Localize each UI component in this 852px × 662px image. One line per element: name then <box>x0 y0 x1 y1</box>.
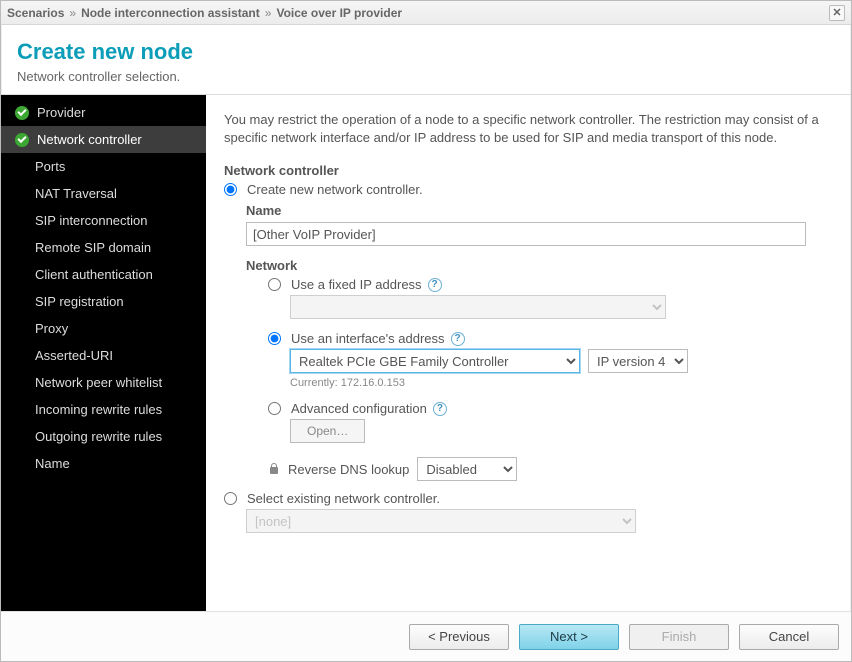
cancel-button[interactable]: Cancel <box>739 624 839 650</box>
sidebar-item-label: Network controller <box>37 132 142 147</box>
create-new-controller-label: Create new network controller. <box>247 182 423 197</box>
existing-controller-select: [none] <box>246 509 636 533</box>
interface-radio[interactable] <box>268 332 281 345</box>
sidebar-item-label: SIP interconnection <box>35 213 148 228</box>
sidebar-item-remote-sip-domain[interactable]: Remote SIP domain <box>1 234 206 261</box>
select-existing-radio-row[interactable]: Select existing network controller. <box>224 491 827 506</box>
current-ip-text: Currently: 172.16.0.153 <box>290 377 827 389</box>
sidebar-item-sip-registration[interactable]: SIP registration <box>1 288 206 315</box>
check-icon <box>15 133 29 147</box>
reverse-dns-row: Reverse DNS lookup Disabled <box>268 457 827 481</box>
close-icon[interactable]: ✕ <box>829 5 845 21</box>
breadcrumb-sep: » <box>69 6 76 20</box>
sidebar-item-label: Incoming rewrite rules <box>35 402 162 417</box>
sidebar-item-proxy[interactable]: Proxy <box>1 315 206 342</box>
sidebar-item-label: Ports <box>35 159 65 174</box>
sidebar-item-network-peer-whitelist[interactable]: Network peer whitelist <box>1 369 206 396</box>
previous-button[interactable]: < Previous <box>409 624 509 650</box>
network-label: Network <box>246 258 827 273</box>
sidebar-item-label: Asserted-URI <box>35 348 113 363</box>
footer: < Previous Next > Finish Cancel <box>1 611 851 661</box>
open-advanced-button: Open… <box>290 419 365 443</box>
sidebar-item-label: Name <box>35 456 70 471</box>
help-icon[interactable]: ? <box>428 278 442 292</box>
network-controller-label: Network controller <box>224 163 827 178</box>
advanced-radio[interactable] <box>268 402 281 415</box>
select-existing-label: Select existing network controller. <box>247 491 440 506</box>
sidebar-item-label: SIP registration <box>35 294 124 309</box>
sidebar-item-client-authentication[interactable]: Client authentication <box>1 261 206 288</box>
create-new-controller-radio[interactable] <box>224 183 237 196</box>
sidebar-item-label: Outgoing rewrite rules <box>35 429 162 444</box>
lock-icon <box>268 463 280 475</box>
breadcrumb-3[interactable]: Voice over IP provider <box>276 6 402 20</box>
advanced-label: Advanced configuration <box>291 401 427 416</box>
interface-label: Use an interface's address <box>291 331 445 346</box>
ip-version-select[interactable]: IP version 4 <box>588 349 688 373</box>
select-existing-radio[interactable] <box>224 492 237 505</box>
sidebar-item-name[interactable]: Name <box>1 450 206 477</box>
name-label: Name <box>246 203 827 218</box>
sidebar-item-label: Remote SIP domain <box>35 240 151 255</box>
reverse-dns-label: Reverse DNS lookup <box>288 462 409 477</box>
sidebar-item-provider[interactable]: Provider <box>1 99 206 126</box>
main-content: You may restrict the operation of a node… <box>206 95 851 611</box>
dialog-window: Scenarios » Node interconnection assista… <box>0 0 852 662</box>
finish-button: Finish <box>629 624 729 650</box>
body: Provider Network controller Ports NAT Trave… <box>1 95 851 611</box>
fixed-ip-select <box>290 295 666 319</box>
breadcrumb-1[interactable]: Scenarios <box>7 6 64 20</box>
fixed-ip-label: Use a fixed IP address <box>291 277 422 292</box>
sidebar-item-network-controller[interactable]: Network controller <box>1 126 206 153</box>
create-new-controller-radio-row[interactable]: Create new network controller. <box>224 182 827 197</box>
breadcrumb-sep: » <box>265 6 272 20</box>
sidebar-item-incoming-rewrite-rules[interactable]: Incoming rewrite rules <box>1 396 206 423</box>
interface-radio-row[interactable]: Use an interface's address ? <box>268 331 827 346</box>
sidebar: Provider Network controller Ports NAT Trave… <box>1 95 206 611</box>
sidebar-item-asserted-uri[interactable]: Asserted-URI <box>1 342 206 369</box>
breadcrumb-2[interactable]: Node interconnection assistant <box>81 6 260 20</box>
sidebar-item-sip-interconnection[interactable]: SIP interconnection <box>1 207 206 234</box>
page-title: Create new node <box>17 39 835 65</box>
help-icon[interactable]: ? <box>433 402 447 416</box>
sidebar-item-label: NAT Traversal <box>35 186 117 201</box>
fixed-ip-radio[interactable] <box>268 278 281 291</box>
next-button[interactable]: Next > <box>519 624 619 650</box>
sidebar-item-outgoing-rewrite-rules[interactable]: Outgoing rewrite rules <box>1 423 206 450</box>
titlebar: Scenarios » Node interconnection assista… <box>1 1 851 25</box>
check-icon <box>15 106 29 120</box>
header: Create new node Network controller selec… <box>1 25 851 94</box>
sidebar-item-label: Client authentication <box>35 267 153 282</box>
sidebar-item-label: Provider <box>37 105 85 120</box>
advanced-radio-row[interactable]: Advanced configuration ? <box>268 401 827 416</box>
sidebar-item-ports[interactable]: Ports <box>1 153 206 180</box>
sidebar-item-nat-traversal[interactable]: NAT Traversal <box>1 180 206 207</box>
description-text: You may restrict the operation of a node… <box>224 111 827 147</box>
fixed-ip-radio-row[interactable]: Use a fixed IP address ? <box>268 277 827 292</box>
sidebar-item-label: Proxy <box>35 321 68 336</box>
reverse-dns-select[interactable]: Disabled <box>417 457 517 481</box>
interface-select[interactable]: Realtek PCIe GBE Family Controller <box>290 349 580 373</box>
page-subtitle: Network controller selection. <box>17 69 835 84</box>
help-icon[interactable]: ? <box>451 332 465 346</box>
sidebar-item-label: Network peer whitelist <box>35 375 162 390</box>
name-input[interactable] <box>246 222 806 246</box>
